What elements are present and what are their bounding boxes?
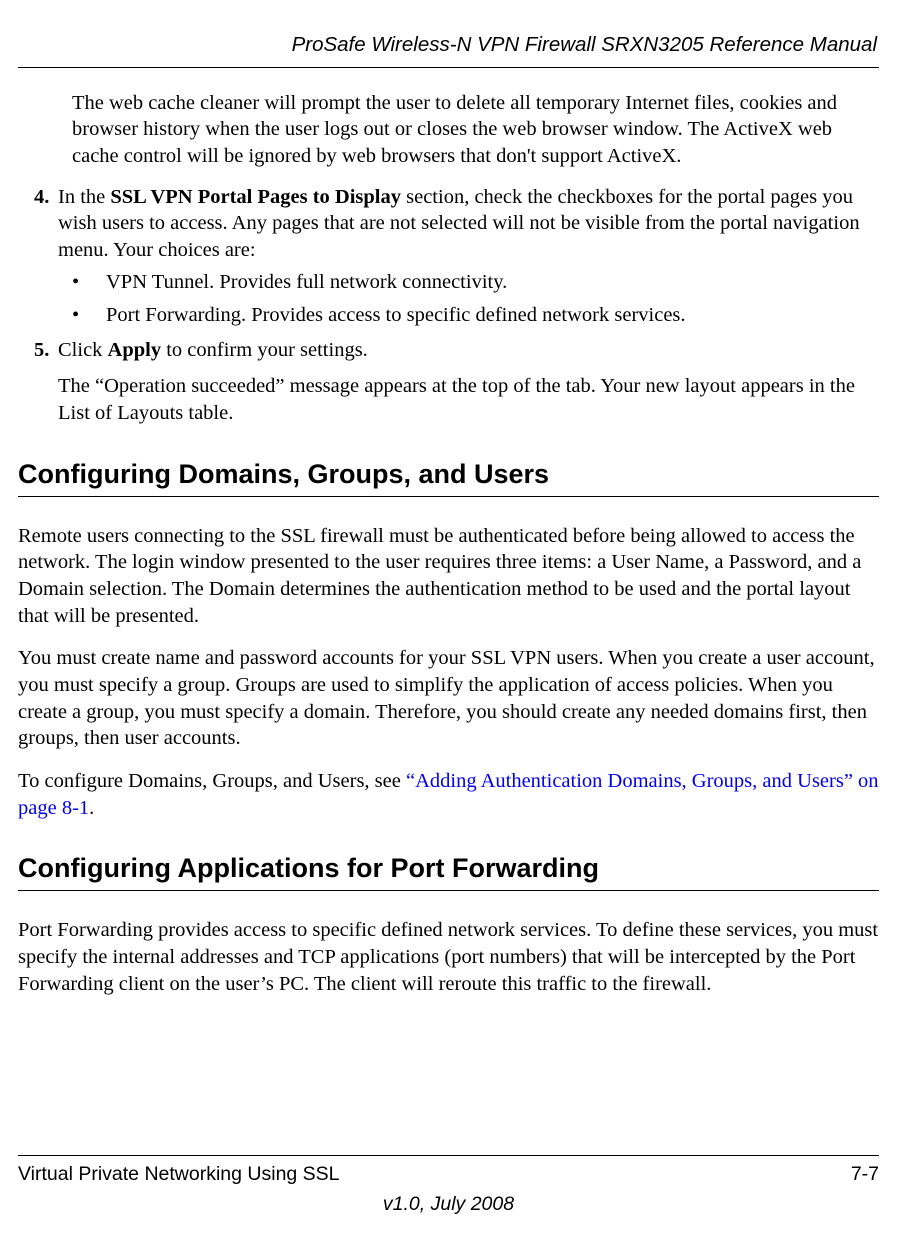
bullet-text: Port Forwarding. Provides access to spec… <box>106 302 879 329</box>
section-heading-portforwarding: Configuring Applications for Port Forwar… <box>18 851 879 886</box>
step4-prefix: In the <box>58 186 110 208</box>
footer-right: 7-7 <box>851 1162 879 1187</box>
bullet-item: • VPN Tunnel. Provides full network conn… <box>72 269 879 296</box>
footer-left: Virtual Private Networking Using SSL <box>18 1162 340 1187</box>
portforwarding-para-1: Port Forwarding provides access to speci… <box>18 917 879 997</box>
step5-result: The “Operation succeeded” message appear… <box>58 373 879 426</box>
bullet-item: • Port Forwarding. Provides access to sp… <box>72 302 879 329</box>
step-text: In the SSL VPN Portal Pages to Display s… <box>58 184 879 264</box>
section-rule <box>18 496 879 497</box>
section-heading-domains: Configuring Domains, Groups, and Users <box>18 457 879 492</box>
step-text: Click Apply to confirm your settings. <box>58 337 879 364</box>
domains-para-3: To configure Domains, Groups, and Users,… <box>18 768 879 821</box>
footer-rule <box>18 1155 879 1156</box>
step-4: 4. In the SSL VPN Portal Pages to Displa… <box>34 184 879 264</box>
step4-bold: SSL VPN Portal Pages to Display <box>110 186 401 208</box>
step-number: 4. <box>34 184 58 264</box>
bullet-char: • <box>72 302 106 329</box>
domains-para-2: You must create name and password accoun… <box>18 645 879 752</box>
step5-bold: Apply <box>108 339 162 361</box>
step5-suffix: to confirm your settings. <box>161 339 368 361</box>
domains-para-1: Remote users connecting to the SSL firew… <box>18 523 879 630</box>
footer: Virtual Private Networking Using SSL 7-7… <box>18 1155 879 1217</box>
domains-p3-suffix: . <box>89 797 94 819</box>
step-5: 5. Click Apply to confirm your settings. <box>34 337 879 364</box>
header-title: ProSafe Wireless-N VPN Firewall SRXN3205… <box>18 32 879 67</box>
bullet-char: • <box>72 269 106 296</box>
step5-prefix: Click <box>58 339 108 361</box>
intro-paragraph: The web cache cleaner will prompt the us… <box>72 90 879 170</box>
bullet-text: VPN Tunnel. Provides full network connec… <box>106 269 879 296</box>
header-rule <box>18 67 879 68</box>
section-rule <box>18 890 879 891</box>
step-number: 5. <box>34 337 58 364</box>
domains-p3-prefix: To configure Domains, Groups, and Users,… <box>18 770 406 792</box>
footer-center: v1.0, July 2008 <box>18 1192 879 1217</box>
